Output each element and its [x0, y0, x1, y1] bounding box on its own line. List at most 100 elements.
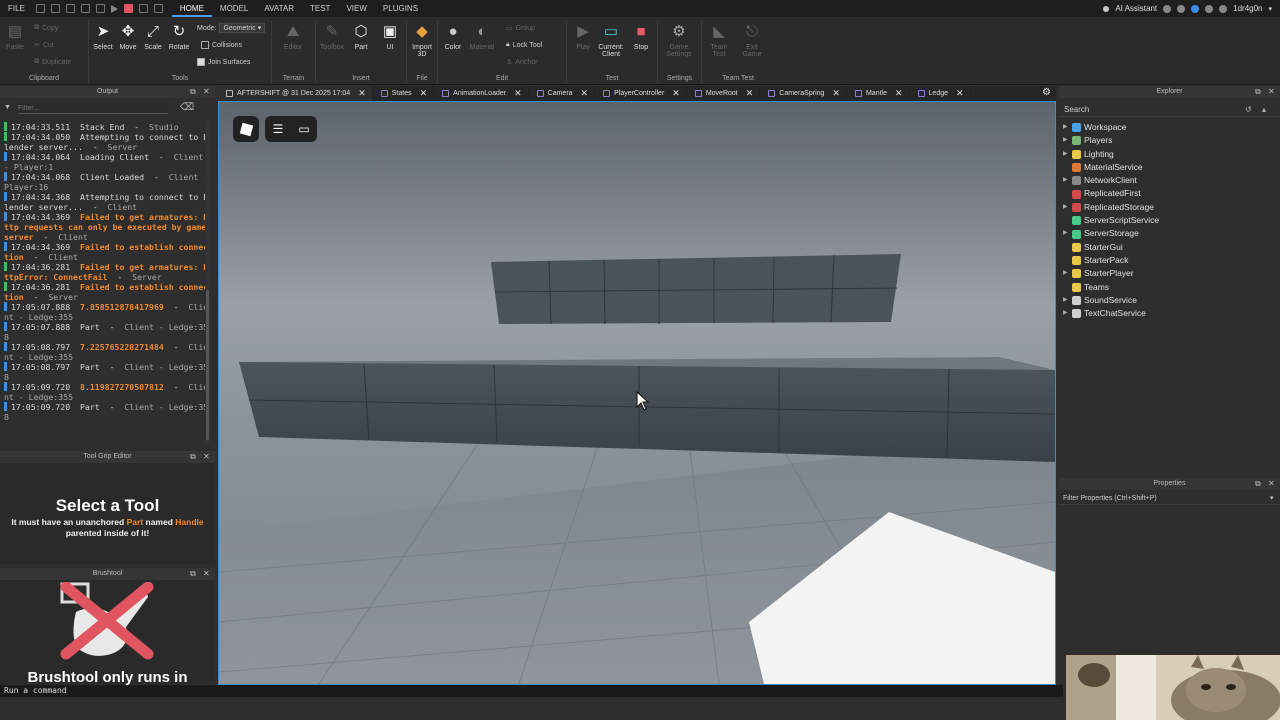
refresh-icon[interactable]: [95, 4, 105, 13]
undock-icon[interactable]: ⧉: [1255, 86, 1261, 98]
chevron-down-icon[interactable]: ▾: [1268, 5, 1272, 13]
explorer-item[interactable]: StarterGui: [1063, 241, 1273, 254]
explorer-item[interactable]: ▶ Workspace: [1063, 121, 1273, 134]
3d-viewport[interactable]: ☰ ▭: [218, 101, 1056, 685]
join-surfaces-checkbox[interactable]: [197, 58, 205, 66]
group-button[interactable]: ▭ Group: [506, 24, 535, 33]
expand-arrow-icon[interactable]: ▶: [1063, 148, 1069, 161]
collapse-icon[interactable]: ▴: [1262, 103, 1266, 117]
copy-button[interactable]: ⧉ Copy: [34, 24, 58, 32]
explorer-item[interactable]: ▶ TextChatService: [1063, 307, 1273, 320]
close-icon[interactable]: ✕: [1268, 86, 1275, 98]
close-icon[interactable]: ✕: [203, 451, 210, 463]
history-icon[interactable]: ↺: [1245, 103, 1252, 117]
explorer-item[interactable]: ReplicatedFirst: [1063, 187, 1273, 200]
explorer-item[interactable]: ServerScriptService: [1063, 214, 1273, 227]
paste-button[interactable]: ▤ Paste: [4, 23, 26, 51]
tab-model[interactable]: MODEL: [212, 0, 256, 17]
redo-icon[interactable]: [153, 4, 163, 13]
rotate-tool-button[interactable]: ↻ Rotate: [165, 23, 193, 51]
close-tab-icon[interactable]: ✕: [895, 86, 903, 101]
viewport-tab[interactable]: AFTERSHIFT @ 31 Dec 2025 17:04 ✕: [218, 86, 373, 101]
new-icon[interactable]: [50, 4, 60, 13]
expand-arrow-icon[interactable]: ▶: [1063, 121, 1069, 134]
tab-plugins[interactable]: PLUGINS: [375, 0, 426, 17]
viewport-tab[interactable]: CameraSpring ✕: [760, 86, 847, 101]
viewport-tab[interactable]: Ledge ✕: [910, 86, 971, 101]
close-tab-icon[interactable]: ✕: [358, 86, 366, 101]
ai-assistant-button[interactable]: AI Assistant: [1115, 4, 1157, 13]
explorer-item[interactable]: ▶ SoundService: [1063, 294, 1273, 307]
move-tool-button[interactable]: ✥ Move: [114, 23, 142, 51]
viewport-tab[interactable]: Camera ✕: [529, 86, 596, 101]
output-scrollbar[interactable]: [205, 120, 210, 442]
import-3d-button[interactable]: ◆ Import 3D: [408, 23, 436, 58]
output-filter-input[interactable]: [18, 103, 168, 114]
undock-icon[interactable]: ⧉: [1255, 478, 1261, 490]
close-tab-icon[interactable]: ✕: [672, 86, 680, 101]
toolbox-button[interactable]: ✎ Toolbox: [318, 23, 346, 51]
play-button[interactable]: ▶ Play: [569, 23, 597, 51]
expand-arrow-icon[interactable]: ▶: [1063, 267, 1069, 280]
close-icon[interactable]: ✕: [203, 86, 210, 98]
exit-game-button[interactable]: ⎋ Exit Game: [738, 23, 766, 58]
undock-icon[interactable]: ⧉: [190, 451, 196, 463]
close-tab-icon[interactable]: ✕: [420, 86, 428, 101]
collisions-checkbox[interactable]: [201, 41, 209, 49]
explorer-search-bar[interactable]: Search ↺ ▴: [1059, 103, 1280, 117]
select-tool-button[interactable]: ➤ Select: [89, 23, 117, 51]
stop-icon[interactable]: [123, 4, 133, 13]
explorer-item[interactable]: ▶ ServerStorage: [1063, 227, 1273, 240]
chevron-down-icon[interactable]: ▾: [1270, 492, 1274, 505]
command-bar[interactable]: Run a command: [0, 685, 1063, 697]
notification-icon[interactable]: [1205, 4, 1214, 13]
tab-avatar[interactable]: AVATAR: [256, 0, 302, 17]
explorer-item[interactable]: MaterialService: [1063, 161, 1273, 174]
undock-icon[interactable]: ⧉: [190, 86, 196, 98]
join-surfaces-toggle[interactable]: Join Surfaces: [197, 58, 250, 66]
viewport-tab[interactable]: MoveRoot ✕: [687, 86, 761, 101]
tab-view[interactable]: VIEW: [338, 0, 374, 17]
undo-icon[interactable]: [138, 4, 148, 13]
cloud-icon[interactable]: [1191, 4, 1200, 13]
gear-icon[interactable]: ⚙: [1042, 87, 1051, 98]
close-icon[interactable]: ✕: [203, 568, 210, 580]
collisions-toggle[interactable]: Collisions: [201, 41, 242, 49]
file-menu[interactable]: FILE: [0, 0, 33, 17]
expand-arrow-icon[interactable]: ▶: [1063, 294, 1069, 307]
mode-dropdown[interactable]: Geometric ▾: [219, 23, 266, 33]
username-label[interactable]: 1dr4g0n: [1233, 4, 1262, 13]
scroll-thumb[interactable]: [206, 290, 209, 440]
tab-test[interactable]: TEST: [302, 0, 338, 17]
save-icon[interactable]: [35, 4, 45, 13]
tab-home[interactable]: HOME: [171, 0, 212, 17]
open-icon[interactable]: [65, 4, 75, 13]
help-icon[interactable]: [1163, 4, 1172, 13]
lock-tool-button[interactable]: 🔒︎ Lock Tool: [506, 41, 542, 49]
current-client-button[interactable]: ▭ Current: Client: [597, 23, 625, 58]
close-tab-icon[interactable]: ✕: [581, 86, 589, 101]
color-button[interactable]: ● Color: [439, 23, 467, 51]
stop-button[interactable]: ■ Stop: [627, 23, 655, 51]
game-settings-button[interactable]: ⚙ Game Settings: [665, 23, 693, 58]
terrain-editor-button[interactable]: ⛰ Editor: [279, 23, 307, 51]
team-test-button[interactable]: ◣ Team Test: [705, 23, 733, 58]
close-tab-icon[interactable]: ✕: [832, 86, 840, 101]
undock-icon[interactable]: ⧉: [190, 568, 196, 580]
properties-filter[interactable]: Filter Properties (Ctrl+Shift+P) ▾: [1059, 492, 1280, 505]
explorer-item[interactable]: ▶ ReplicatedStorage: [1063, 201, 1273, 214]
material-button[interactable]: ◐ Material: [468, 23, 496, 51]
explorer-item[interactable]: ▶ Players: [1063, 134, 1273, 147]
close-tab-icon[interactable]: ✕: [956, 86, 964, 101]
menu-icon[interactable]: ☰: [265, 116, 291, 142]
expand-arrow-icon[interactable]: ▶: [1063, 201, 1069, 214]
anchor-button[interactable]: ⚓︎ Anchor: [506, 58, 537, 67]
explorer-item[interactable]: StarterPack: [1063, 254, 1273, 267]
share-icon[interactable]: [1177, 4, 1186, 13]
close-tab-icon[interactable]: ✕: [746, 86, 754, 101]
ui-button[interactable]: ▣ UI: [376, 23, 404, 51]
expand-arrow-icon[interactable]: ▶: [1063, 307, 1069, 320]
explorer-item[interactable]: ▶ NetworkClient: [1063, 174, 1273, 187]
globe-icon[interactable]: [1219, 4, 1228, 13]
close-icon[interactable]: ✕: [1268, 478, 1275, 490]
